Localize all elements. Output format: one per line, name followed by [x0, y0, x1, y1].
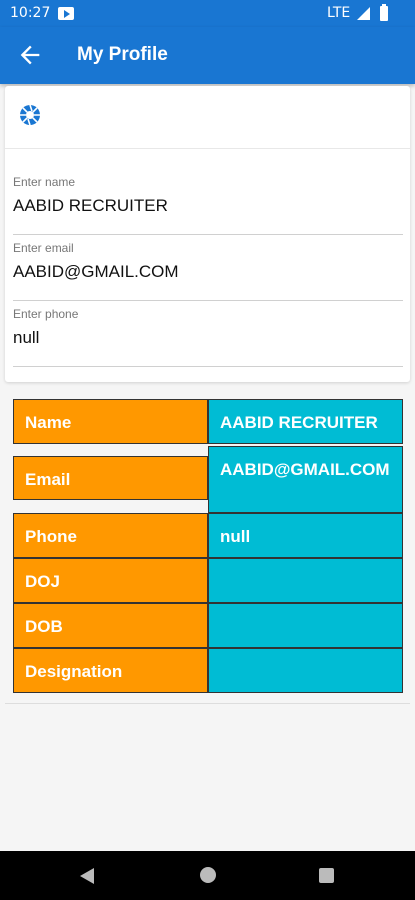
system-navigation-bar	[0, 851, 415, 900]
email-field[interactable]: Enter email AABID@GMAIL.COM	[13, 235, 403, 301]
status-bar: 10:27 LTE	[0, 0, 415, 27]
nav-back-icon[interactable]	[80, 868, 94, 884]
table-key-phone: Phone	[13, 513, 208, 558]
app-bar: My Profile	[0, 27, 415, 84]
table-key-email: Email	[13, 456, 208, 500]
table-value-email: AABID@GMAIL.COM	[208, 446, 403, 513]
status-time: 10:27	[10, 5, 51, 21]
camera-aperture-icon[interactable]	[18, 103, 42, 127]
table-key-doj: DOJ	[13, 558, 208, 603]
photo-row	[5, 86, 410, 149]
phone-label: Enter phone	[13, 307, 79, 321]
network-type: LTE	[327, 5, 351, 21]
table-key-designation: Designation	[13, 648, 208, 693]
youtube-notification-icon	[58, 7, 74, 20]
profile-form-card: Enter name AABID RECRUITER Enter email A…	[5, 86, 410, 382]
table-value-name: AABID RECRUITER	[208, 399, 403, 444]
table-key-dob: DOB	[13, 603, 208, 648]
name-label: Enter name	[13, 175, 76, 189]
table-bottom-divider	[5, 703, 410, 704]
phone-field[interactable]: Enter phone null	[13, 301, 403, 367]
table-value-phone: null	[208, 513, 403, 558]
name-field[interactable]: Enter name AABID RECRUITER	[13, 169, 403, 235]
back-arrow-icon[interactable]	[16, 41, 44, 69]
table-value-designation	[208, 648, 403, 693]
nav-recents-icon[interactable]	[319, 868, 334, 883]
email-input[interactable]: AABID@GMAIL.COM	[13, 262, 179, 282]
name-input[interactable]: AABID RECRUITER	[13, 196, 168, 216]
battery-icon	[380, 4, 388, 21]
table-key-name: Name	[13, 399, 208, 444]
page-title: My Profile	[77, 44, 168, 65]
phone-input[interactable]: null	[13, 328, 39, 348]
table-value-dob	[208, 603, 403, 648]
signal-icon	[357, 7, 370, 20]
nav-home-icon[interactable]	[200, 867, 216, 883]
email-label: Enter email	[13, 241, 74, 255]
table-value-doj	[208, 558, 403, 603]
